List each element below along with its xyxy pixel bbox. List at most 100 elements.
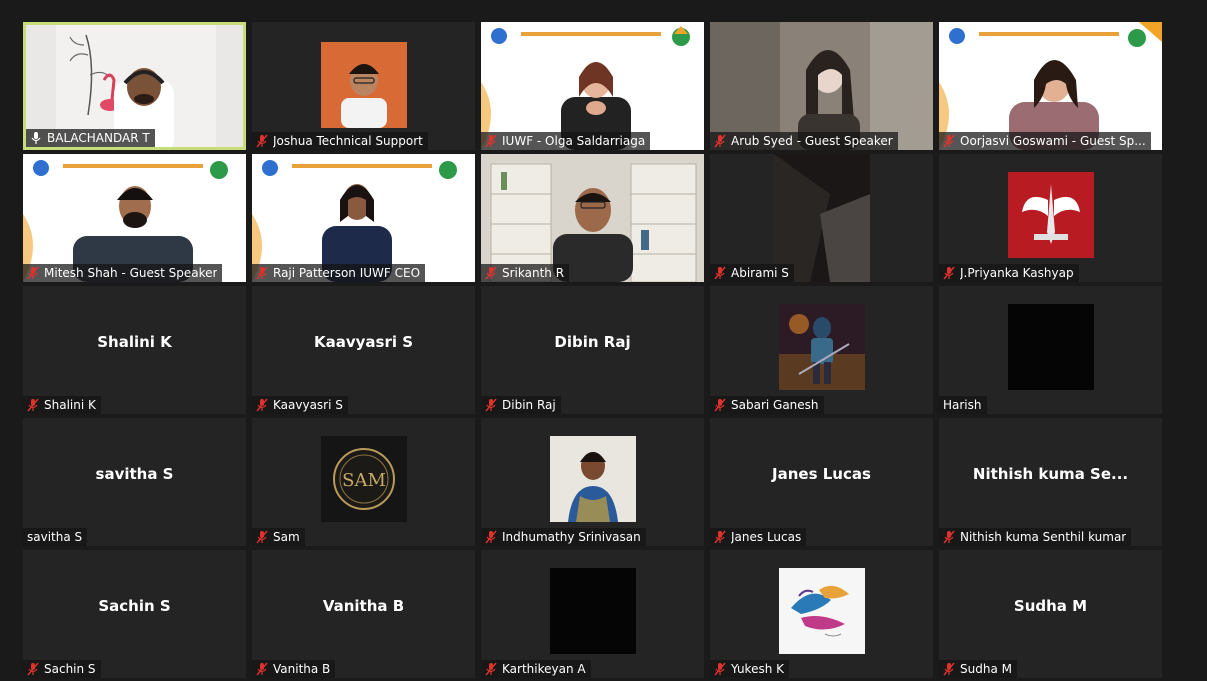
participant-tile-raji[interactable]: Raji Patterson IUWF CEO <box>252 154 475 282</box>
mic-muted-icon <box>27 398 39 412</box>
participant-name-tag: Janes Lucas <box>710 528 807 546</box>
participant-name-tag: Mitesh Shah - Guest Speaker <box>23 264 223 282</box>
participant-tile-yukesh[interactable]: Yukesh K <box>710 550 933 678</box>
mic-muted-icon <box>943 530 955 544</box>
participant-name: Sachin S <box>44 662 96 676</box>
participant-name-tag: IUWF - Olga Saldarriaga <box>481 132 651 150</box>
participant-name: BALACHANDAR T <box>47 131 150 145</box>
participant-tile-balachandar[interactable]: BALACHANDAR T <box>23 22 246 150</box>
participant-name: savitha S <box>27 530 83 544</box>
participant-center-name: Vanitha B <box>322 597 405 616</box>
participant-center-name: Janes Lucas <box>772 465 871 484</box>
participant-tile-shalini[interactable]: Shalini K Shalini K <box>23 286 246 414</box>
participant-grid: BALACHANDAR T Joshua Technical Support I… <box>23 22 1163 678</box>
mic-muted-icon <box>485 662 497 676</box>
mic-muted-icon <box>714 134 726 148</box>
participant-name-tag: Srikanth R <box>481 264 570 282</box>
participant-name: Abirami S <box>731 266 789 280</box>
mic-muted-icon <box>27 662 39 676</box>
participant-avatar <box>549 568 636 654</box>
participant-name-tag: Joshua Technical Support <box>252 132 428 150</box>
participant-name-tag: Karthikeyan A <box>481 660 591 678</box>
participant-name: Oorjasvi Goswami - Guest Sp... <box>960 134 1146 148</box>
participant-center-name: Shalini K <box>97 333 172 352</box>
participant-tile-dibin[interactable]: Dibin Raj Dibin Raj <box>481 286 704 414</box>
mic-muted-icon <box>256 530 268 544</box>
participant-name: Kaavyasri S <box>273 398 343 412</box>
mic-muted-icon <box>27 266 39 280</box>
participant-name-tag: Sam <box>252 528 305 546</box>
participant-video <box>481 154 704 282</box>
participant-name-tag: BALACHANDAR T <box>26 129 155 147</box>
participant-tile-sudha[interactable]: Sudha M Sudha M <box>939 550 1162 678</box>
participant-name-tag: Dibin Raj <box>481 396 561 414</box>
participant-center-name: Sachin S <box>98 597 171 616</box>
participant-name: Sudha M <box>960 662 1012 676</box>
participant-name: Arub Syed - Guest Speaker <box>731 134 893 148</box>
participant-tile-vanitha[interactable]: Vanitha B Vanitha B <box>252 550 475 678</box>
participant-name: Karthikeyan A <box>502 662 586 676</box>
participant-tile-savitha[interactable]: savitha S savitha S <box>23 418 246 546</box>
participant-avatar <box>1007 304 1094 390</box>
mic-muted-icon <box>256 662 268 676</box>
participant-name: Nithish kuma Senthil kumar <box>960 530 1127 544</box>
participant-tile-kaavyasri[interactable]: Kaavyasri S Kaavyasri S <box>252 286 475 414</box>
participant-video <box>252 154 475 282</box>
mic-muted-icon <box>714 530 726 544</box>
participant-center-name: Sudha M <box>1013 597 1088 616</box>
participant-tile-arub[interactable]: Arub Syed - Guest Speaker <box>710 22 933 150</box>
participant-tile-srikanth[interactable]: Srikanth R <box>481 154 704 282</box>
participant-name: IUWF - Olga Saldarriaga <box>502 134 646 148</box>
participant-video <box>481 22 704 150</box>
participant-name-tag: Abirami S <box>710 264 794 282</box>
participant-name: Shalini K <box>44 398 96 412</box>
mic-muted-icon <box>943 662 955 676</box>
mic-active-icon <box>31 132 41 144</box>
participant-tile-janes[interactable]: Janes Lucas Janes Lucas <box>710 418 933 546</box>
mic-muted-icon <box>256 398 268 412</box>
participant-name-tag: Sachin S <box>23 660 101 678</box>
participant-name-tag: Sudha M <box>939 660 1017 678</box>
mic-muted-icon <box>714 662 726 676</box>
participant-tile-sam[interactable]: SAM Sam <box>252 418 475 546</box>
participant-center-name: Dibin Raj <box>554 333 631 352</box>
mic-muted-icon <box>943 134 955 148</box>
participant-avatar <box>320 42 407 128</box>
participant-tile-harish[interactable]: Harish <box>939 286 1162 414</box>
participant-tile-priyanka[interactable]: J.Priyanka Kashyap <box>939 154 1162 282</box>
participant-name-tag: J.Priyanka Kashyap <box>939 264 1079 282</box>
participant-center-name: Nithish kuma Se... <box>972 465 1129 484</box>
participant-video <box>710 154 933 282</box>
participant-avatar <box>778 304 865 390</box>
participant-name: Vanitha B <box>273 662 331 676</box>
participant-tile-nithish[interactable]: Nithish kuma Se... Nithish kuma Senthil … <box>939 418 1162 546</box>
participant-name: Harish <box>943 398 982 412</box>
mic-muted-icon <box>485 266 497 280</box>
participant-video <box>23 154 246 282</box>
participant-name: Srikanth R <box>502 266 565 280</box>
meeting-gallery-view: BALACHANDAR T Joshua Technical Support I… <box>0 0 1207 681</box>
participant-name-tag: Arub Syed - Guest Speaker <box>710 132 898 150</box>
participant-name-tag: savitha S <box>23 528 88 546</box>
participant-tile-karthikeyan[interactable]: Karthikeyan A <box>481 550 704 678</box>
participant-tile-sachin[interactable]: Sachin S Sachin S <box>23 550 246 678</box>
participant-name: Yukesh K <box>731 662 785 676</box>
participant-tile-indhumathy[interactable]: Indhumathy Srinivasan <box>481 418 704 546</box>
participant-name-tag: Indhumathy Srinivasan <box>481 528 646 546</box>
participant-name-tag: Nithish kuma Senthil kumar <box>939 528 1132 546</box>
participant-name: Dibin Raj <box>502 398 556 412</box>
participant-name-tag: Yukesh K <box>710 660 790 678</box>
mic-muted-icon <box>485 398 497 412</box>
participant-tile-sabari[interactable]: Sabari Ganesh <box>710 286 933 414</box>
participant-avatar <box>549 436 636 522</box>
participant-tile-oorjasvi[interactable]: Oorjasvi Goswami - Guest Sp... <box>939 22 1162 150</box>
participant-tile-mitesh[interactable]: Mitesh Shah - Guest Speaker <box>23 154 246 282</box>
participant-tile-olga[interactable]: IUWF - Olga Saldarriaga <box>481 22 704 150</box>
participant-avatar <box>778 568 865 654</box>
mic-muted-icon <box>485 530 497 544</box>
participant-tile-joshua[interactable]: Joshua Technical Support <box>252 22 475 150</box>
participant-name-tag: Kaavyasri S <box>252 396 348 414</box>
participant-tile-abirami[interactable]: Abirami S <box>710 154 933 282</box>
participant-name-tag: Oorjasvi Goswami - Guest Sp... <box>939 132 1151 150</box>
participant-name: Sabari Ganesh <box>731 398 819 412</box>
